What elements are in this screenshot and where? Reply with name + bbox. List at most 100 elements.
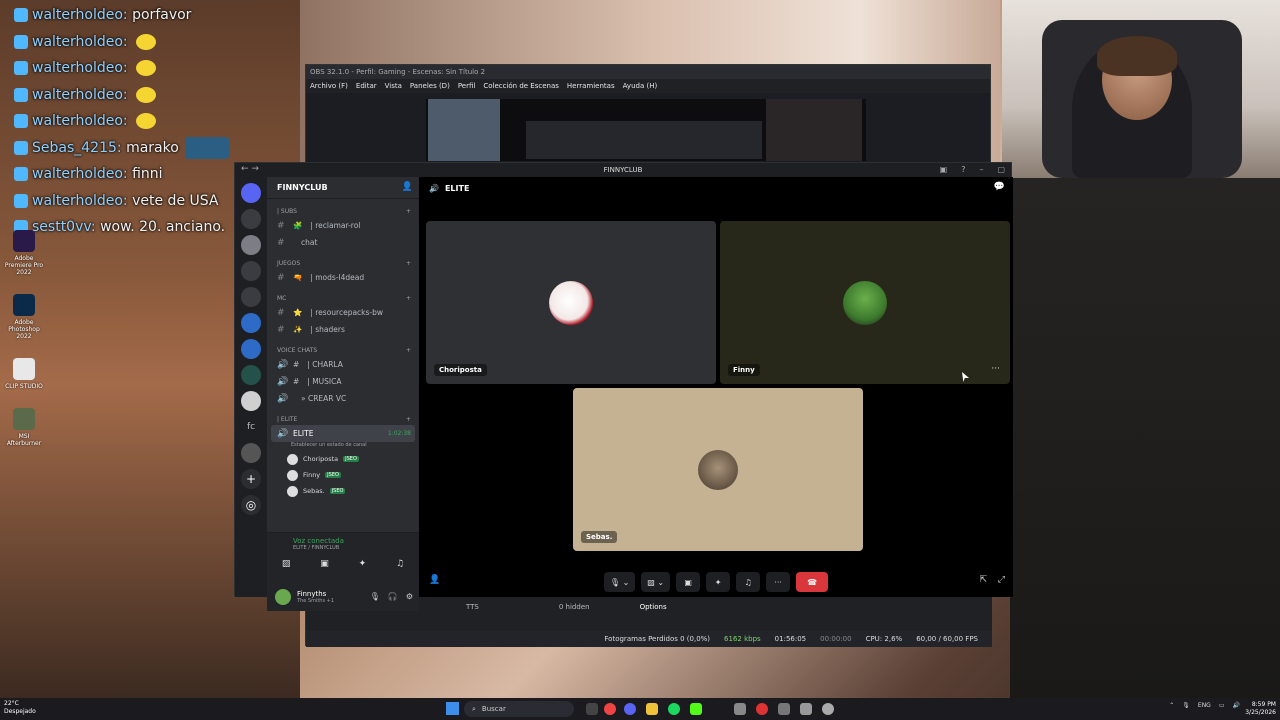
- obs-menu-item[interactable]: Archivo (F): [310, 82, 348, 90]
- channel-category[interactable]: VOICE CHATS +: [267, 338, 419, 356]
- app-icon[interactable]: [756, 703, 768, 715]
- camera-button[interactable]: ▨ ⌄: [641, 572, 671, 592]
- server-icon[interactable]: [241, 209, 261, 229]
- add-channel-icon[interactable]: +: [406, 260, 411, 267]
- discord-window[interactable]: ← → FINNYCLUB ▣ ? – ▢ fc + ◎ FINNYCLUB 👤…: [234, 162, 1013, 611]
- screen-share-icon[interactable]: ▣: [320, 559, 329, 569]
- mute-mic-button[interactable]: 🎙 ⌄: [603, 572, 636, 592]
- language-indicator[interactable]: ENG: [1198, 702, 1211, 709]
- server-icon[interactable]: [241, 287, 261, 307]
- activities-icon[interactable]: ✦: [359, 559, 367, 569]
- channel-category[interactable]: MC +: [267, 286, 419, 304]
- obs-menu-item[interactable]: Ayuda (H): [623, 82, 658, 90]
- discover-icon[interactable]: ◎: [241, 495, 261, 515]
- discord-home-icon[interactable]: [241, 183, 261, 203]
- server-icon[interactable]: [241, 261, 261, 281]
- add-channel-icon[interactable]: +: [406, 347, 411, 354]
- app-icon[interactable]: [800, 703, 812, 715]
- add-channel-icon[interactable]: +: [406, 208, 411, 215]
- desktop-icon-premiere[interactable]: Adobe Premiere Pro 2022: [2, 230, 46, 276]
- soundboard-button[interactable]: ♫: [736, 572, 761, 592]
- participant-tile-choriposta[interactable]: Choriposta: [426, 221, 716, 384]
- discord-taskbar-icon[interactable]: [624, 703, 636, 715]
- channel-item[interactable]: # ✨ | shaders: [267, 321, 419, 338]
- discord-title-bar[interactable]: ← → FINNYCLUB ▣ ? – ▢: [235, 163, 1011, 177]
- volume-icon[interactable]: 🔊: [1233, 702, 1240, 709]
- network-icon[interactable]: ▭: [1219, 702, 1225, 709]
- help-icon[interactable]: ?: [961, 165, 965, 174]
- server-folder-icon[interactable]: [241, 313, 261, 333]
- add-server-icon[interactable]: +: [241, 469, 261, 489]
- headphones-icon[interactable]: 🎧: [388, 592, 398, 601]
- voice-member[interactable]: Finny JSEO: [267, 467, 419, 483]
- obs-menu-item[interactable]: Editar: [356, 82, 377, 90]
- kick-icon[interactable]: [690, 703, 702, 715]
- tray-chevron-icon[interactable]: ⌃: [1169, 702, 1174, 709]
- settings-gear-icon[interactable]: ⚙: [406, 592, 413, 601]
- maximize-icon[interactable]: ▢: [997, 165, 1005, 174]
- chrome-icon[interactable]: [604, 703, 616, 715]
- channel-item[interactable]: # 🔫 | mods-l4dead: [267, 269, 419, 286]
- channel-category[interactable]: | ELITE +: [267, 407, 419, 425]
- voice-member[interactable]: Sebas. JSEO: [267, 483, 419, 499]
- server-icon-fc[interactable]: fc: [241, 417, 261, 437]
- user-avatar[interactable]: [275, 588, 291, 605]
- obs-preview[interactable]: [426, 99, 866, 161]
- obs-menu-item[interactable]: Perfil: [458, 82, 476, 90]
- popout-icon[interactable]: ⇱: [979, 575, 987, 585]
- obs-menu-item[interactable]: Colección de Escenas: [483, 82, 559, 90]
- voice-member[interactable]: Choriposta JSEO: [267, 451, 419, 467]
- desktop-icon-afterburner[interactable]: MSI Afterburner: [2, 408, 46, 447]
- server-icon[interactable]: [241, 235, 261, 255]
- spotify-icon[interactable]: [668, 703, 680, 715]
- voice-channel-elite[interactable]: 🔊 ELITE 1:02:38: [271, 425, 415, 442]
- weather-widget[interactable]: 22°C Despejado: [4, 700, 36, 716]
- minimize-icon[interactable]: –: [979, 165, 983, 174]
- channel-item[interactable]: 🔊 # | MUSICA: [267, 373, 419, 390]
- participant-tile-finny[interactable]: Finny ···: [720, 221, 1010, 384]
- inbox-icon[interactable]: ▣: [940, 165, 948, 174]
- more-options-icon[interactable]: ···: [991, 364, 1000, 374]
- soundboard-icon[interactable]: ♫: [396, 559, 404, 569]
- server-header[interactable]: FINNYCLUB 👤: [267, 177, 419, 199]
- channel-item[interactable]: 🔊 » CREAR VC: [267, 390, 419, 407]
- server-icon[interactable]: [241, 391, 261, 411]
- mic-icon[interactable]: 🎙: [370, 592, 380, 601]
- tray-mic-icon[interactable]: 🎙: [1182, 702, 1190, 709]
- disconnect-button[interactable]: ☎: [796, 572, 829, 592]
- obs-source-tts[interactable]: TTS: [466, 603, 479, 611]
- channel-category[interactable]: | SUBS +: [267, 199, 419, 217]
- settings-icon[interactable]: [822, 703, 834, 715]
- obs-menu-item[interactable]: Paneles (D): [410, 82, 450, 90]
- task-view-icon[interactable]: [586, 703, 598, 715]
- channel-item[interactable]: # ⭐ | resourcepacks-bw: [267, 304, 419, 321]
- channel-category[interactable]: JUEGOS +: [267, 251, 419, 269]
- obs-menu-item[interactable]: Vista: [385, 82, 402, 90]
- server-icon[interactable]: [241, 339, 261, 359]
- start-button-icon[interactable]: [446, 702, 459, 715]
- add-channel-icon[interactable]: +: [406, 295, 411, 302]
- share-screen-button[interactable]: ▣: [676, 572, 701, 592]
- channel-item[interactable]: 🔊 # | CHARLA: [267, 356, 419, 373]
- app-icon[interactable]: [734, 703, 746, 715]
- channel-item[interactable]: # chat: [267, 234, 419, 251]
- voice-location[interactable]: ELITE / FINNYCLUB: [267, 545, 419, 551]
- app-icon[interactable]: [778, 703, 790, 715]
- camera-off-icon[interactable]: ▨: [282, 559, 291, 569]
- server-icon[interactable]: [241, 365, 261, 385]
- desktop-icon-clipstudio[interactable]: CLIP STUDIO: [2, 358, 46, 390]
- taskbar-search[interactable]: ⌕ Buscar: [464, 701, 574, 717]
- chat-bubble-icon[interactable]: 💬: [994, 182, 1005, 192]
- fullscreen-icon[interactable]: ⤢: [998, 575, 1005, 585]
- invite-icon[interactable]: 👤: [402, 182, 413, 192]
- back-forward-icon[interactable]: ← →: [241, 164, 259, 174]
- taskbar-clock[interactable]: 8:59 PM 3/25/2026: [1245, 701, 1276, 717]
- obs-menu-item[interactable]: Herramientas: [567, 82, 615, 90]
- channel-item[interactable]: # 🧩 | reclamar-rol: [267, 217, 419, 234]
- file-explorer-icon[interactable]: [646, 703, 658, 715]
- server-icon[interactable]: [241, 443, 261, 463]
- channel-status[interactable]: Establecer un estado de canal: [267, 442, 419, 451]
- activities-button[interactable]: ✦: [706, 572, 731, 592]
- desktop-icon-photoshop[interactable]: Adobe Photoshop 2022: [2, 294, 46, 340]
- more-button[interactable]: ···: [766, 572, 791, 592]
